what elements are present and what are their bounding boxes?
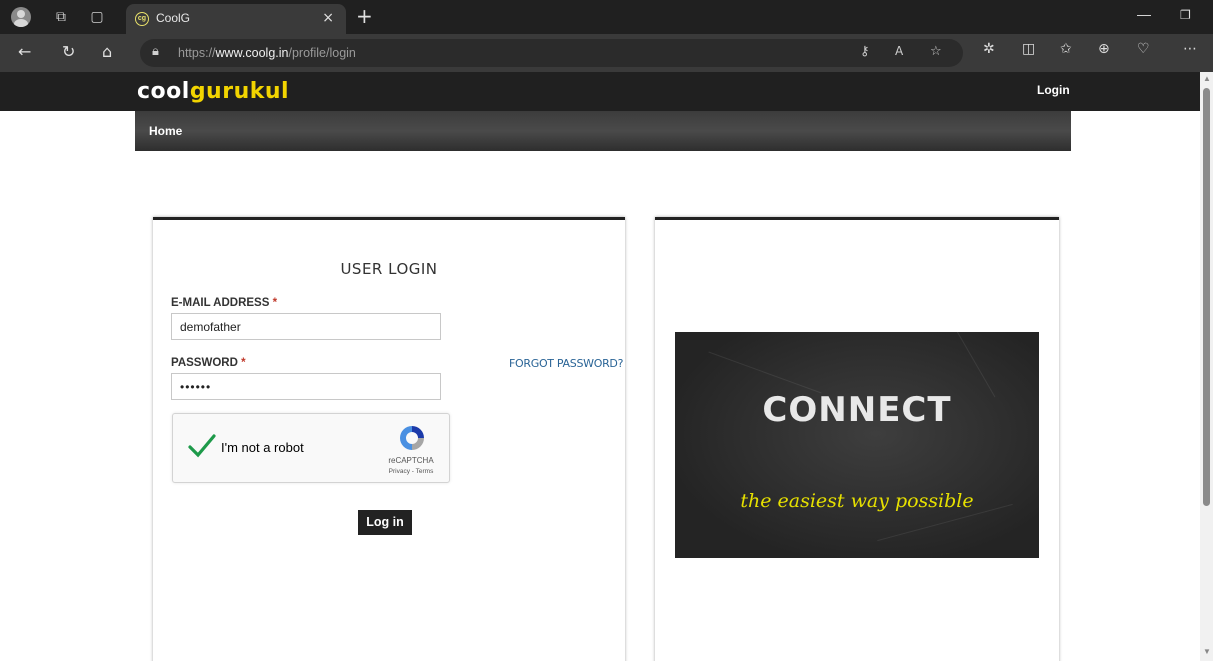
site-header: coolgurukul Login	[0, 72, 1200, 111]
recaptcha-links[interactable]: Privacy - Terms	[371, 468, 451, 475]
forgot-password-link[interactable]: FORGOT PASSWORD?	[509, 357, 623, 370]
collections-icon[interactable]: ⊕	[1098, 41, 1110, 57]
favorite-icon[interactable]: ☆	[930, 44, 942, 59]
workspaces-icon[interactable]: ⧉	[52, 8, 70, 26]
extensions-icon[interactable]: ✲	[983, 41, 995, 57]
recaptcha-label[interactable]: I'm not a robot	[221, 440, 304, 455]
browser-toolbar: ← ↻ ⌂ 🔒︎ https://www.coolg.in/profile/lo…	[0, 34, 1213, 72]
address-bar[interactable]: 🔒︎ https://www.coolg.in/profile/login ⚷ …	[140, 39, 963, 67]
performance-icon[interactable]: ♡	[1137, 41, 1150, 57]
nav-home-link[interactable]: Home	[149, 124, 182, 138]
url-text[interactable]: https://www.coolg.in/profile/login	[178, 46, 356, 60]
page-viewport: coolgurukul Login Home USER LOGIN E-MAIL…	[0, 72, 1200, 661]
profile-icon[interactable]	[11, 7, 31, 27]
lock-icon[interactable]: 🔒︎	[152, 44, 159, 59]
login-button[interactable]: Log in	[358, 510, 412, 535]
recaptcha-widget: I'm not a robot reCAPTCHA Privacy - Term…	[172, 413, 450, 483]
checkmark-icon[interactable]	[187, 431, 217, 461]
minimize-icon[interactable]: —	[1137, 6, 1151, 22]
restore-icon[interactable]: ❐	[1180, 8, 1191, 22]
tab-title: CoolG	[156, 11, 191, 25]
key-icon[interactable]: ⚷	[860, 44, 870, 59]
login-title: USER LOGIN	[340, 260, 438, 278]
page-scrollbar[interactable]: ▲ ▼	[1200, 72, 1213, 661]
email-field[interactable]: demofather	[171, 313, 441, 340]
scroll-up-icon[interactable]: ▲	[1203, 74, 1211, 83]
recaptcha-logo-icon	[400, 426, 424, 450]
favicon-icon: cg	[135, 12, 149, 26]
split-screen-icon[interactable]: ◫	[1022, 41, 1035, 57]
password-label: PASSWORD *	[171, 357, 246, 369]
promo-image: CONNECT the easiest way possible	[675, 332, 1039, 558]
browser-tab-strip: ⧉ ▢ cg CoolG × + — ❐	[0, 0, 1213, 34]
promo-tagline: the easiest way possible	[740, 490, 974, 512]
login-card: USER LOGIN E-MAIL ADDRESS * demofather P…	[153, 217, 625, 661]
scroll-down-icon[interactable]: ▼	[1203, 647, 1211, 656]
recaptcha-brand: reCAPTCHA	[388, 456, 434, 465]
tab-actions-icon[interactable]: ▢	[88, 8, 106, 26]
password-field[interactable]: ••••••	[171, 373, 441, 400]
chalk-mark	[708, 351, 822, 394]
favorites-icon[interactable]: ✩	[1060, 41, 1072, 57]
back-icon[interactable]: ←	[18, 42, 31, 61]
new-tab-button[interactable]: +	[356, 4, 373, 28]
header-login-link[interactable]: Login	[1037, 83, 1070, 97]
promo-headline: CONNECT	[762, 390, 952, 430]
more-icon[interactable]: ⋯	[1183, 41, 1197, 57]
home-icon[interactable]: ⌂	[102, 42, 112, 61]
scrollbar-thumb[interactable]	[1203, 88, 1210, 506]
main-nav: Home	[135, 111, 1071, 151]
chalk-mark	[954, 332, 996, 398]
promo-card: CONNECT the easiest way possible	[655, 217, 1059, 661]
refresh-icon[interactable]: ↻	[62, 42, 75, 61]
read-aloud-icon[interactable]: A	[895, 44, 903, 58]
email-label: E-MAIL ADDRESS *	[171, 297, 278, 309]
browser-tab-active[interactable]: cg CoolG ×	[126, 4, 346, 34]
site-logo[interactable]: coolgurukul	[137, 79, 289, 104]
tab-close-icon[interactable]: ×	[322, 10, 334, 26]
